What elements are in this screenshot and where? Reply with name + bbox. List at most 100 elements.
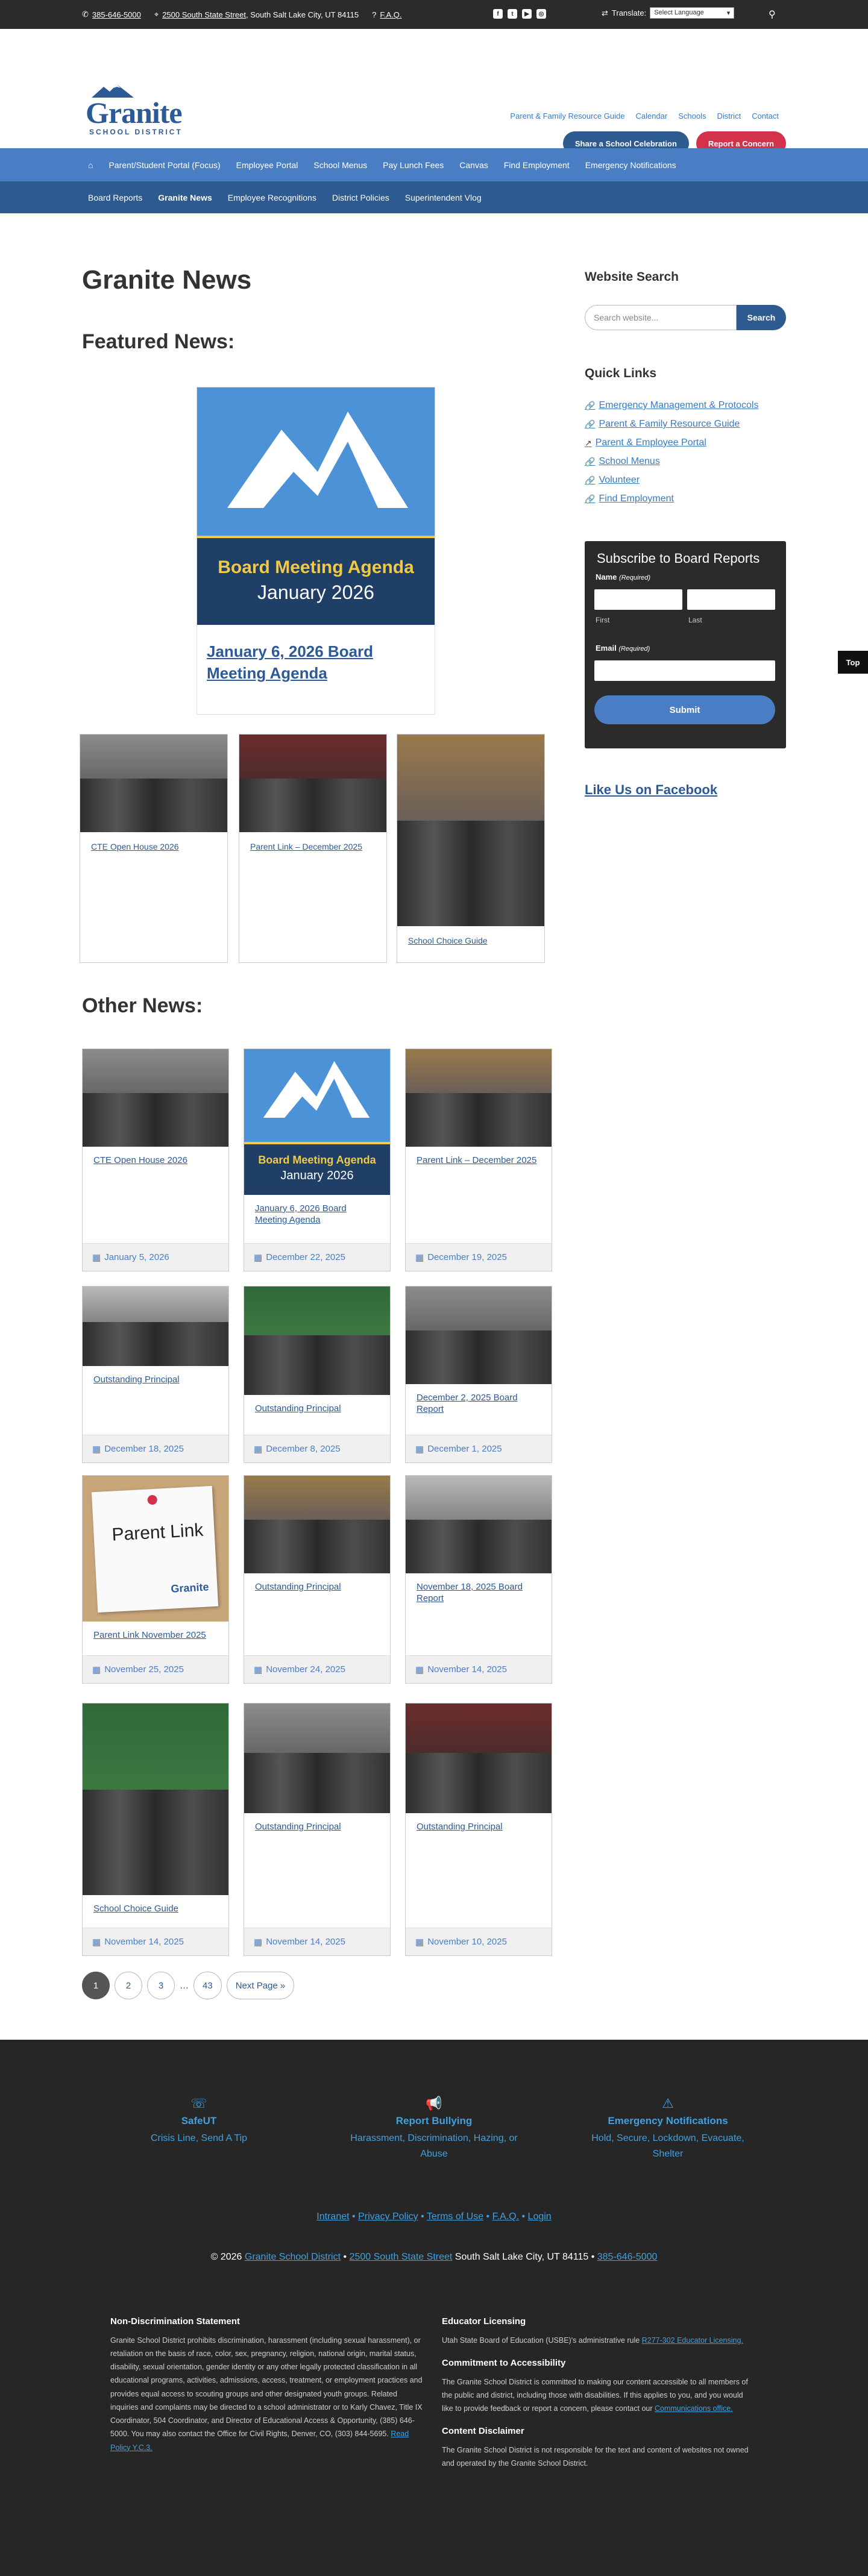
nav-item[interactable]: Parent/Student Portal (Focus): [108, 160, 220, 170]
social-links: f t ▶ ◎: [493, 9, 546, 19]
featured-card[interactable]: School Choice Guide: [397, 734, 545, 963]
faq-link[interactable]: ? F.A.Q.: [372, 10, 401, 19]
news-card[interactable]: Outstanding Principal ▦ November 24, 2025: [244, 1475, 391, 1684]
youtube-icon[interactable]: ▶: [522, 9, 532, 19]
home-icon[interactable]: ⌂: [88, 160, 93, 170]
quick-link-label: Parent & Family Resource Guide: [599, 419, 740, 429]
news-card-title[interactable]: Outstanding Principal: [255, 1403, 379, 1415]
search-input[interactable]: Search website...: [585, 305, 737, 330]
subnav-item[interactable]: Granite News: [158, 193, 212, 202]
search-icon[interactable]: ⚲: [769, 8, 776, 20]
news-card-title[interactable]: Parent Link November 2025: [93, 1630, 218, 1641]
header-link[interactable]: District: [717, 111, 741, 121]
subnav-item[interactable]: Board Reports: [88, 193, 142, 202]
footer-report-bullying[interactable]: 📢 Report Bullying Harassment, Discrimina…: [344, 2096, 524, 2161]
header-link[interactable]: Schools: [678, 111, 706, 121]
footer-link[interactable]: F.A.Q.: [492, 2211, 519, 2222]
featured-card-title[interactable]: CTE Open House 2026: [91, 842, 216, 853]
nav-item[interactable]: Pay Lunch Fees: [383, 160, 444, 170]
facebook-icon[interactable]: f: [493, 9, 503, 19]
news-card-title[interactable]: December 2, 2025 Board Report: [417, 1393, 541, 1415]
quick-link[interactable]: 🔗 Volunteer: [585, 475, 640, 486]
footer-link[interactable]: Privacy Policy: [358, 2211, 418, 2222]
quick-link[interactable]: 🔗 School Menus: [585, 456, 660, 467]
footer-link-sep: •: [483, 2211, 492, 2222]
search-button[interactable]: Search: [737, 305, 786, 330]
news-card-title[interactable]: Outstanding Principal: [255, 1582, 379, 1593]
language-select[interactable]: Select Language ▾: [650, 7, 735, 19]
back-to-top-button[interactable]: Top: [838, 651, 868, 674]
news-card[interactable]: November 18, 2025 Board Report ▦ November …: [405, 1475, 552, 1684]
news-card[interactable]: Outstanding Principal ▦ December 18, 2025: [82, 1286, 229, 1463]
featured-card-title[interactable]: School Choice Guide: [408, 936, 533, 947]
news-card[interactable]: Parent Link Granite Parent Link November 2…: [82, 1475, 229, 1684]
news-photo: [244, 1286, 390, 1395]
page-button[interactable]: 1: [82, 1972, 110, 1999]
subnav-item[interactable]: Employee Recognitions: [228, 193, 316, 202]
next-page-button[interactable]: Next Page »: [226, 1972, 295, 1999]
twitter-icon[interactable]: t: [508, 9, 517, 19]
featured-card[interactable]: CTE Open House 2026: [80, 734, 228, 963]
nav-item[interactable]: Find Employment: [504, 160, 570, 170]
featured-card-title[interactable]: Parent Link – December 2025: [250, 842, 376, 853]
news-card-date: ▦ November 24, 2025: [244, 1655, 390, 1683]
submit-button[interactable]: Submit: [594, 695, 775, 724]
quick-link[interactable]: 🔗 Find Employment: [585, 494, 674, 504]
copyright-address-link[interactable]: 2500 South State Street: [350, 2252, 453, 2262]
news-card[interactable]: Parent Link – December 2025 ▦ December 19,…: [405, 1048, 552, 1271]
photo-people: [244, 1519, 390, 1573]
subnav-item[interactable]: Superintendent Vlog: [405, 193, 482, 202]
copyright-phone-link[interactable]: 385-646-5000: [597, 2252, 658, 2262]
news-card-title[interactable]: January 6, 2026 Board Meeting Agenda: [255, 1203, 379, 1226]
news-card[interactable]: December 2, 2025 Board Report ▦ December 1…: [405, 1286, 552, 1463]
nav-item[interactable]: Employee Portal: [236, 160, 298, 170]
news-card-title[interactable]: Outstanding Principal: [417, 1822, 541, 1833]
logo[interactable]: Granite SCHOOL DISTRICT: [86, 84, 200, 140]
last-name-input[interactable]: [687, 589, 775, 610]
quick-link[interactable]: 🔗 Parent & Family Resource Guide: [585, 419, 740, 430]
header-link[interactable]: Calendar: [635, 111, 667, 121]
featured-main-title[interactable]: January 6, 2026 Board Meeting Agenda: [207, 641, 425, 685]
educator-licensing-link[interactable]: R277-302 Educator Licensing.: [642, 2336, 743, 2345]
link-icon: 🔗: [585, 400, 596, 410]
featured-main-card[interactable]: Board Meeting Agenda January 2026 Januar…: [197, 387, 435, 715]
news-card-title[interactable]: November 18, 2025 Board Report: [417, 1582, 541, 1605]
header-link[interactable]: Contact: [752, 111, 779, 121]
news-card[interactable]: Outstanding Principal ▦ December 8, 2025: [244, 1286, 391, 1463]
featured-card[interactable]: Parent Link – December 2025: [239, 734, 387, 963]
page-button[interactable]: 3: [147, 1972, 175, 1999]
header-link[interactable]: Parent & Family Resource Guide: [510, 111, 624, 121]
facebook-link[interactable]: Like Us on Facebook: [585, 782, 717, 798]
quick-link[interactable]: 🔗 Emergency Management & Protocols: [585, 400, 758, 411]
communications-link[interactable]: Communications office.: [655, 2404, 733, 2413]
address-link[interactable]: 2500 South State Street: [162, 10, 246, 19]
news-card-title[interactable]: School Choice Guide: [93, 1904, 218, 1915]
news-card[interactable]: Board Meeting Agenda January 2026 January …: [244, 1048, 391, 1271]
nav-item[interactable]: Canvas: [459, 160, 488, 170]
news-card[interactable]: Outstanding Principal ▦ November 10, 2025: [405, 1703, 552, 1956]
footer-link[interactable]: Login: [528, 2211, 552, 2222]
instagram-icon[interactable]: ◎: [536, 9, 546, 19]
news-card[interactable]: Outstanding Principal ▦ November 14, 2025: [244, 1703, 391, 1956]
news-card[interactable]: School Choice Guide ▦ November 14, 2025: [82, 1703, 229, 1956]
page-button[interactable]: 2: [115, 1972, 142, 1999]
quick-link[interactable]: ↗ Parent & Employee Portal: [585, 437, 706, 448]
page-button-last[interactable]: 43: [193, 1972, 222, 1999]
phone-link[interactable]: ✆ 385-646-5000: [82, 10, 141, 19]
news-card-title[interactable]: Outstanding Principal: [255, 1822, 379, 1833]
news-card-title[interactable]: CTE Open House 2026: [93, 1155, 218, 1167]
email-input[interactable]: [594, 660, 775, 681]
footer-link[interactable]: Terms of Use: [427, 2211, 483, 2222]
external-link-icon: ↗: [585, 437, 592, 448]
news-card[interactable]: CTE Open House 2026 ▦ January 5, 2026: [82, 1048, 229, 1271]
news-card-title[interactable]: Outstanding Principal: [93, 1374, 218, 1386]
nav-item[interactable]: School Menus: [313, 160, 367, 170]
news-card-title[interactable]: Parent Link – December 2025: [417, 1155, 541, 1167]
nav-item[interactable]: Emergency Notifications: [585, 160, 676, 170]
copyright-district-link[interactable]: Granite School District: [245, 2252, 341, 2262]
footer-link[interactable]: Intranet: [316, 2211, 349, 2222]
footer-safeut[interactable]: ☏ SafeUT Crisis Line, Send A Tip: [108, 2096, 289, 2146]
footer-emergency[interactable]: ⚠ Emergency Notifications Hold, Secure, …: [577, 2096, 758, 2161]
first-name-input[interactable]: [594, 589, 682, 610]
subnav-item[interactable]: District Policies: [332, 193, 389, 202]
